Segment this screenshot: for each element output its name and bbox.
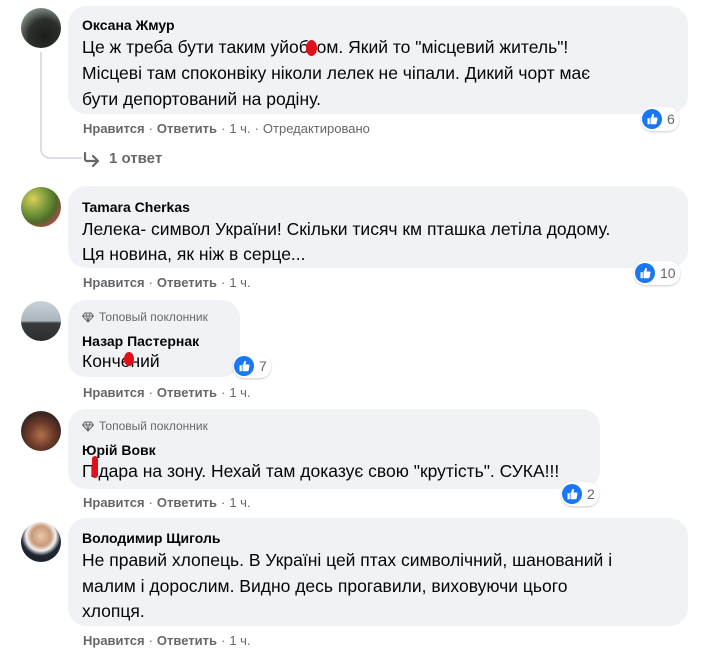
comment-author[interactable]: Володимир Щиголь — [82, 530, 221, 546]
red-mark — [92, 456, 98, 478]
like-link[interactable]: Нравится — [83, 121, 145, 136]
comment-text-line: бути депортований на родіну. — [82, 89, 321, 109]
comment-bubble: Топовый поклонник Назар Пастернак Кончен… — [68, 300, 240, 377]
comment-text-line: Підара на зону. Нехай там доказує свою "… — [82, 461, 560, 481]
comment-bubble: Володимир Щиголь Не правий хлопець. В Ук… — [68, 518, 688, 626]
comment-actions: Нравится · Ответить · 1 ч. · Отредактирован… — [83, 121, 370, 136]
edited-label: Отредактировано — [262, 121, 370, 136]
comment-text-line: Ця новина, як ніж в серце... — [82, 244, 306, 264]
comment-actions: Нравится · Ответить · 1 ч. — [83, 275, 251, 290]
like-thumb-icon — [562, 484, 582, 504]
like-link[interactable]: Нравится — [83, 275, 145, 290]
top-fan-badge: Топовый поклонник — [82, 419, 208, 433]
comment-text-line: Не правий хлопець. В Україні цей птах си… — [82, 550, 613, 570]
timestamp[interactable]: 1 ч. — [229, 385, 250, 400]
timestamp[interactable]: 1 ч. — [229, 495, 250, 510]
avatar[interactable] — [21, 8, 61, 48]
reply-link[interactable]: Ответить — [157, 121, 217, 136]
avatar[interactable] — [21, 411, 61, 451]
timestamp[interactable]: 1 ч. — [229, 633, 250, 648]
top-fan-badge: Топовый поклонник — [82, 310, 208, 324]
reaction-count[interactable]: 6 — [641, 107, 679, 131]
comment-actions: Нравится · Ответить · 1 ч. — [83, 385, 251, 400]
like-thumb-icon — [234, 356, 254, 376]
like-link[interactable]: Нравится — [83, 385, 145, 400]
comment-bubble: Tamara Cherkas Лелека- символ України! С… — [68, 186, 688, 268]
comment-bubble: Топовый поклонник Юрій Вовк Підара на зо… — [68, 409, 600, 489]
reaction-count[interactable]: 2 — [561, 482, 599, 506]
comment-actions: Нравится · Ответить · 1 ч. — [83, 633, 251, 648]
reply-arrow-icon — [83, 151, 100, 167]
comment-author[interactable]: Оксана Жмур — [82, 17, 175, 33]
avatar[interactable] — [21, 522, 61, 562]
reaction-number: 2 — [587, 486, 595, 502]
red-mark — [124, 352, 134, 366]
reaction-count[interactable]: 7 — [233, 354, 271, 378]
replies-count: 1 ответ — [109, 150, 163, 167]
comment-author[interactable]: Назар Пастернак — [82, 333, 199, 349]
timestamp[interactable]: 1 ч. — [229, 121, 250, 136]
comment-bubble: Оксана Жмур Це ж треба бути таким уйобко… — [68, 6, 688, 114]
avatar[interactable] — [21, 187, 61, 227]
like-thumb-icon — [642, 109, 662, 129]
reply-link[interactable]: Ответить — [157, 495, 217, 510]
badge-label: Топовый поклонник — [99, 310, 208, 324]
like-link[interactable]: Нравится — [83, 495, 145, 510]
avatar[interactable] — [21, 301, 61, 341]
comment-text-line: Місцеві там споконвіку ніколи лелек не ч… — [82, 63, 591, 83]
comment-text-line: хлопця. — [82, 601, 145, 621]
like-thumb-icon — [635, 263, 655, 283]
reaction-count[interactable]: 10 — [634, 261, 680, 285]
reaction-number: 6 — [667, 111, 675, 127]
reaction-number: 10 — [660, 265, 676, 281]
diamond-icon — [82, 421, 94, 432]
red-mark — [306, 40, 317, 56]
thread-connector — [40, 52, 82, 159]
comment-text-line: Лелека- символ України! Скільки тисяч км… — [82, 219, 611, 239]
reaction-number: 7 — [259, 358, 267, 374]
comment-actions: Нравится · Ответить · 1 ч. — [83, 495, 251, 510]
comment-text-line: Це ж треба бути таким уйобком. Який то "… — [82, 37, 569, 57]
comment-text-line: малим і дорослим. Видно десь прогавили, … — [82, 576, 568, 596]
like-link[interactable]: Нравится — [83, 633, 145, 648]
reply-link[interactable]: Ответить — [157, 633, 217, 648]
comment-author[interactable]: Tamara Cherkas — [82, 199, 190, 215]
timestamp[interactable]: 1 ч. — [229, 275, 250, 290]
diamond-icon — [82, 312, 94, 323]
reply-link[interactable]: Ответить — [157, 385, 217, 400]
badge-label: Топовый поклонник — [99, 419, 208, 433]
comment-text-line: Кончений — [82, 351, 160, 371]
reply-link[interactable]: Ответить — [157, 275, 217, 290]
view-replies-link[interactable]: 1 ответ — [83, 150, 162, 167]
